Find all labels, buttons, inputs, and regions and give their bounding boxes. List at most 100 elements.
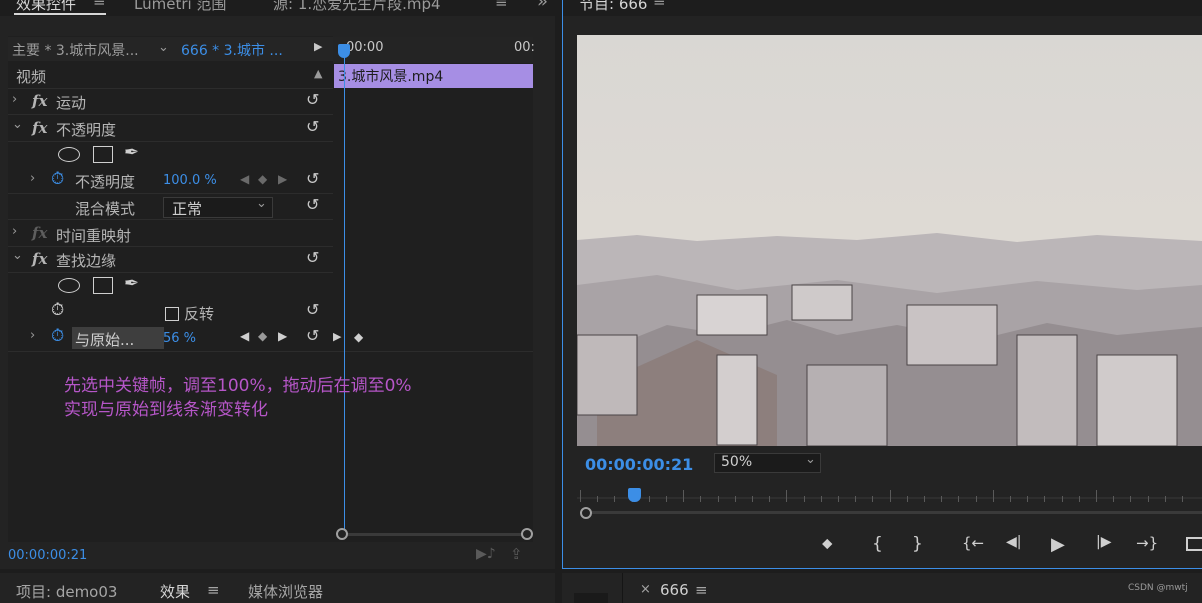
export-icon[interactable]: ⇪ — [510, 545, 523, 563]
zoom-handle-right[interactable] — [521, 528, 533, 540]
chevron-right-icon[interactable]: › — [12, 224, 17, 239]
tab-menu-icon[interactable]: ≡ — [695, 581, 708, 599]
tab-menu-icon[interactable]: ≡ — [93, 0, 106, 10]
mark-in-button[interactable]: { — [872, 534, 883, 554]
menu-icon[interactable]: ≡ — [495, 0, 508, 11]
stopwatch-icon[interactable]: ⏱ — [51, 300, 64, 320]
stopwatch-icon[interactable]: ⏱ — [51, 169, 64, 189]
lift-icon[interactable] — [1186, 537, 1202, 551]
playhead-handle[interactable] — [338, 44, 350, 58]
reset-icon[interactable]: ↺ — [306, 326, 319, 345]
reset-icon[interactable]: ↺ — [306, 90, 319, 109]
timeline-zoom-bar[interactable] — [341, 533, 528, 536]
blend-mode-select[interactable]: 正常 ⌄ — [163, 196, 273, 218]
keyframe-marker[interactable]: ◆ — [354, 330, 363, 344]
tab-project[interactable]: 项目: demo03 — [16, 581, 117, 602]
zoom-handle-left[interactable] — [336, 528, 348, 540]
ellipse-mask-icon[interactable] — [58, 147, 80, 162]
reset-icon[interactable]: ↺ — [306, 169, 319, 188]
tab-lumetri-scopes[interactable]: Lumetri 范围 — [134, 0, 226, 14]
tab-sequence[interactable]: 666 — [660, 581, 689, 599]
monitor-playhead[interactable] — [628, 488, 641, 502]
ruler-tick — [1182, 496, 1183, 502]
project-panel-tabs: 项目: demo03 效果 ≡ 媒体浏览器 — [0, 573, 555, 603]
ellipse-mask-icon[interactable] — [58, 278, 80, 293]
chevron-down-icon[interactable]: ⌄ — [12, 248, 23, 263]
fx-icon[interactable]: fx — [32, 119, 47, 137]
video-frame[interactable] — [577, 35, 1202, 446]
effect-row-opacity[interactable]: ⌄ fx 不透明度 ↺ — [8, 116, 333, 142]
reset-icon[interactable]: ↺ — [306, 117, 319, 136]
ruler-tick — [580, 490, 581, 502]
blend-mode-value: 正常 — [172, 200, 203, 218]
mask-tools-row: ✒ — [8, 273, 333, 299]
zoom-scroll-bar[interactable] — [585, 511, 1202, 514]
ruler-tick — [855, 496, 857, 502]
chevron-down-icon[interactable]: ⌄ — [158, 40, 169, 55]
prev-keyframe-icon[interactable]: ◀ — [240, 329, 249, 343]
step-forward-button[interactable]: |▶ — [1096, 534, 1111, 550]
annotation-text: 实现与原始到线条渐变转化 — [64, 400, 268, 420]
master-clip-label[interactable]: 主要 * 3.城市风景... — [12, 40, 139, 60]
close-tab-icon[interactable]: × — [640, 582, 651, 597]
reset-icon[interactable]: ↺ — [306, 300, 319, 319]
mark-out-button[interactable]: } — [912, 534, 923, 554]
rectangle-mask-icon[interactable] — [93, 277, 113, 294]
fx-icon[interactable]: fx — [32, 92, 47, 110]
tool-button[interactable] — [574, 593, 608, 603]
stopwatch-icon[interactable]: ⏱ — [51, 326, 64, 346]
keyframe-marker[interactable]: ▶ — [333, 330, 341, 343]
panel-divider — [622, 573, 623, 603]
invert-checkbox[interactable] — [165, 307, 179, 321]
pen-mask-icon[interactable]: ✒ — [124, 142, 139, 163]
chevron-down-icon[interactable]: ⌄ — [12, 117, 23, 132]
param-row-blend-original[interactable]: › ⏱ 与原始... 56 % ◀ ◆ ▶ ↺ — [8, 325, 333, 351]
go-to-in-button[interactable]: {← — [962, 534, 984, 552]
param-value-opacity[interactable]: 100.0 % — [163, 173, 217, 188]
tab-effects[interactable]: 效果 — [160, 581, 190, 602]
play-icon[interactable]: ▶ — [314, 40, 322, 53]
monitor-timecode[interactable]: 00:00:00:21 — [585, 455, 693, 474]
chevron-right-icon[interactable]: › — [30, 328, 35, 343]
add-marker-button[interactable]: ⬥ — [822, 534, 833, 552]
zoom-select[interactable]: 50% ⌄ — [714, 452, 821, 473]
sequence-clip-label[interactable]: 666 * 3.城市 ... — [181, 40, 283, 60]
reset-icon[interactable]: ↺ — [306, 248, 319, 267]
ruler-tick — [872, 496, 874, 502]
ruler-tick — [941, 496, 943, 502]
timeline-clip[interactable]: 3.城市风景.mp4 — [334, 64, 533, 88]
effect-row-find-edges[interactable]: ⌄ fx 查找边缘 ↺ — [8, 247, 333, 273]
next-keyframe-icon[interactable]: ▶ — [278, 329, 287, 343]
tab-program-monitor[interactable]: 节目: 666 — [579, 0, 647, 14]
chevron-right-icon[interactable]: › — [12, 92, 17, 107]
collapse-up-icon[interactable]: ▲ — [314, 67, 322, 80]
param-row-opacity[interactable]: › ⏱ 不透明度 100.0 % ◀ ◆ ▶ ↺ — [8, 168, 333, 194]
overflow-icon[interactable]: » — [537, 0, 548, 12]
annotation-text: 先选中关键帧，调至100%，拖动后在调至0% — [64, 376, 412, 396]
effect-row-motion[interactable]: › fx 运动 ↺ — [8, 89, 333, 115]
scroll-handle-left[interactable] — [580, 507, 592, 519]
chevron-right-icon[interactable]: › — [30, 171, 35, 186]
param-value-blend-original[interactable]: 56 % — [163, 331, 196, 346]
ruler-tick — [752, 496, 753, 502]
go-to-out-button[interactable]: →} — [1136, 534, 1158, 552]
footer-timecode[interactable]: 00:00:00:21 — [8, 548, 87, 563]
fx-icon[interactable]: fx — [32, 250, 47, 268]
effect-row-time-remap[interactable]: › fx 时间重映射 — [8, 221, 333, 247]
pen-mask-icon[interactable]: ✒ — [124, 273, 139, 294]
play-audio-icon[interactable]: ▶♪ — [476, 546, 496, 562]
tab-menu-icon[interactable]: ≡ — [207, 581, 220, 599]
tab-menu-icon[interactable]: ≡ — [653, 0, 666, 10]
add-keyframe-icon[interactable]: ◆ — [258, 172, 267, 186]
play-button[interactable]: ▶ — [1051, 534, 1065, 555]
reset-icon[interactable]: ↺ — [306, 195, 319, 214]
next-keyframe-icon[interactable]: ▶ — [278, 172, 287, 186]
prev-keyframe-icon[interactable]: ◀ — [240, 172, 249, 186]
step-back-button[interactable]: ◀| — [1006, 534, 1021, 550]
timeline-ruler[interactable]: 00:00 00: — [333, 37, 535, 63]
rectangle-mask-icon[interactable] — [93, 146, 113, 163]
tab-effect-controls[interactable]: 效果控件 — [16, 0, 76, 14]
tab-media-browser[interactable]: 媒体浏览器 — [248, 581, 323, 602]
add-keyframe-icon[interactable]: ◆ — [258, 329, 267, 343]
tab-source[interactable]: 源: 1.恋爱先生片段.mp4 — [273, 0, 441, 14]
